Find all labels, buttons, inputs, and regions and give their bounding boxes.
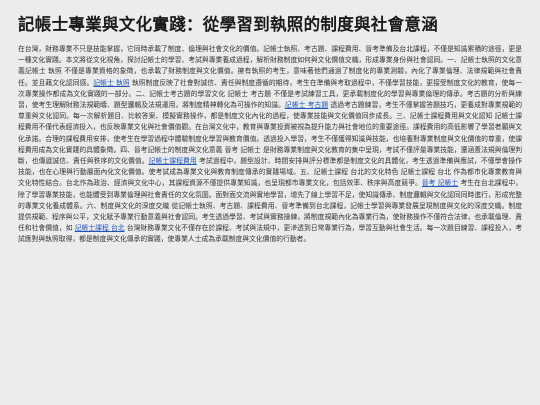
inline-link[interactable]: 記帳士 考古題: [285, 101, 328, 109]
inline-link[interactable]: 晉考 記帳士: [422, 179, 458, 187]
body-text: 透過考古題練習，考生不僅掌握答題技巧，更養成對專業規範的尊重與文化認同。每一次解…: [18, 101, 522, 166]
inline-link[interactable]: 記帳士 執照: [93, 79, 129, 87]
inline-link[interactable]: 記帳士課程 台北: [75, 224, 125, 232]
inline-link[interactable]: 記帳士課程費用: [149, 157, 197, 165]
page-title: 記帳士專業與文化實踐：從學習到執照的制度與社會意涵: [18, 15, 438, 34]
article-body: 在台灣，財務專業不只是技能掌握，它同時承載了制度、倫理與社會文化的價值。記帳士執…: [18, 44, 522, 246]
article: 記帳士專業與文化實踐：從學習到執照的制度與社會意涵 在台灣，財務專業不只是技能掌…: [0, 0, 540, 405]
